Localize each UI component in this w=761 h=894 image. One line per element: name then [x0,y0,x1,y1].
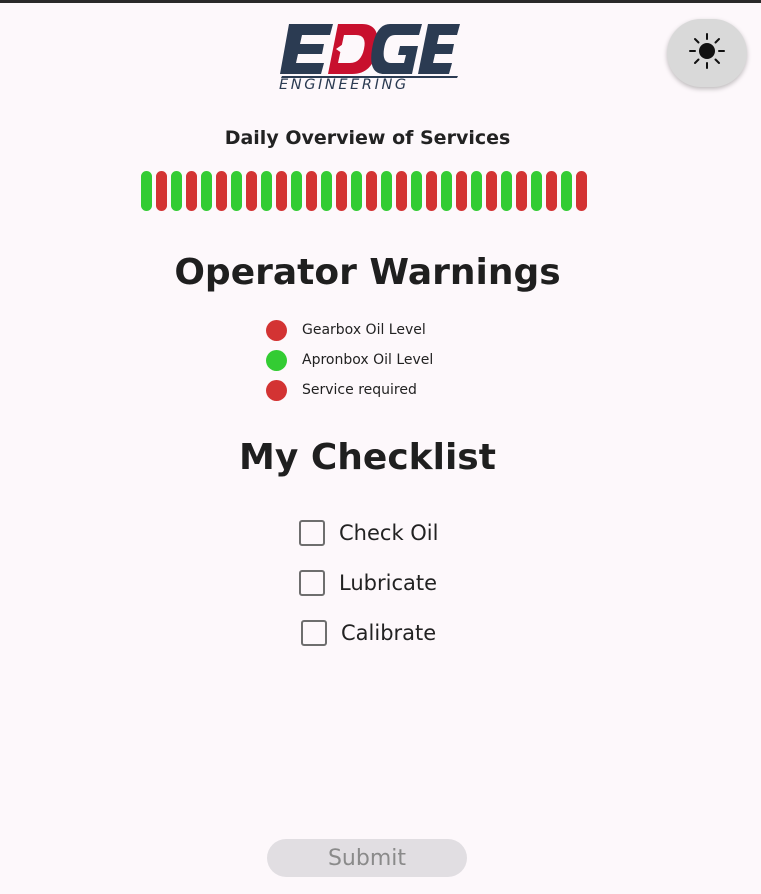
edge-engineering-logo: ENGINEERING [276,18,460,92]
warning-item: Service required [266,375,433,405]
service-status-bar [381,171,392,211]
service-status-bar [366,171,377,211]
service-status-bar [171,171,182,211]
warning-label: Apronbox Oil Level [302,352,434,368]
checklist-item-label[interactable]: Check Oil [339,521,438,545]
theme-toggle-button[interactable] [667,19,747,87]
service-status-bar [426,171,437,211]
service-status-bar [336,171,347,211]
service-status-bar [231,171,242,211]
service-status-bar [321,171,332,211]
service-status-bar [561,171,572,211]
service-status-bar [546,171,557,211]
operator-warnings-heading: Operator Warnings [174,252,561,293]
checklist-item-label[interactable]: Calibrate [341,621,436,645]
checklist: Check Oil Lubricate Calibrate [299,508,438,658]
sun-icon [688,32,726,74]
service-status-bar [246,171,257,211]
service-status-bar [291,171,302,211]
service-status-bar [306,171,317,211]
checklist-item-label[interactable]: Lubricate [339,571,437,595]
service-status-bar [156,171,167,211]
warning-label: Service required [302,382,417,398]
logo-subtitle: ENGINEERING [279,77,409,92]
service-status-bar [141,171,152,211]
service-status-bar [456,171,467,211]
checkbox[interactable] [299,570,325,596]
service-status-bar [186,171,197,211]
service-status-bar [576,171,587,211]
my-checklist-heading: My Checklist [239,437,496,478]
checkbox[interactable] [299,520,325,546]
services-overview-title: Daily Overview of Services [224,127,511,149]
service-status-bar [501,171,512,211]
service-status-bar [486,171,497,211]
service-status-bar [216,171,227,211]
operator-warnings-list: Gearbox Oil Level Apronbox Oil Level Ser… [266,315,433,405]
service-status-bar [531,171,542,211]
service-status-bar [516,171,527,211]
warning-item: Gearbox Oil Level [266,315,433,345]
checklist-item-calibrate[interactable]: Calibrate [301,608,438,658]
service-status-bar [441,171,452,211]
service-status-bar [411,171,422,211]
service-status-bar [276,171,287,211]
service-status-bar [201,171,212,211]
status-dot [266,319,287,341]
submit-button[interactable]: Submit [267,839,467,877]
service-status-bars [141,171,591,211]
service-status-bar [351,171,362,211]
checklist-item-lubricate[interactable]: Lubricate [299,558,438,608]
checklist-item-check-oil[interactable]: Check Oil [299,508,438,558]
service-status-bar [396,171,407,211]
top-border [0,0,761,3]
service-status-bar [471,171,482,211]
status-dot [266,349,287,371]
service-status-bar [261,171,272,211]
warning-label: Gearbox Oil Level [302,322,426,338]
status-dot [266,379,287,401]
checkbox[interactable] [301,620,327,646]
warning-item: Apronbox Oil Level [266,345,433,375]
